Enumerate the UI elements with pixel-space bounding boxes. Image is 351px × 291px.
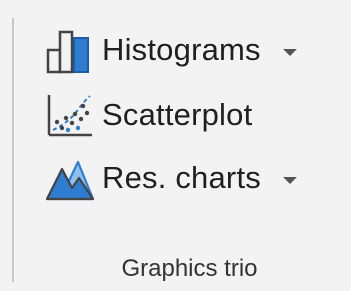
histograms-label: Histograms xyxy=(102,32,261,67)
histogram-icon xyxy=(42,24,98,76)
scatterplot-label: Scatterplot xyxy=(102,97,253,132)
group-separator xyxy=(12,18,14,282)
ribbon-group-graphics-trio: Histograms Scatterplot Res. charts Graph… xyxy=(0,0,351,291)
res-charts-button[interactable]: Res. charts xyxy=(42,152,297,204)
chevron-down-icon[interactable] xyxy=(282,48,297,56)
group-title: Graphics trio xyxy=(121,255,258,282)
chevron-down-icon[interactable] xyxy=(282,176,297,184)
histograms-button[interactable]: Histograms xyxy=(42,24,297,76)
scatterplot-icon xyxy=(42,89,98,141)
res-charts-icon xyxy=(42,152,98,204)
res-charts-label: Res. charts xyxy=(102,160,261,195)
scatterplot-button[interactable]: Scatterplot xyxy=(42,89,252,141)
